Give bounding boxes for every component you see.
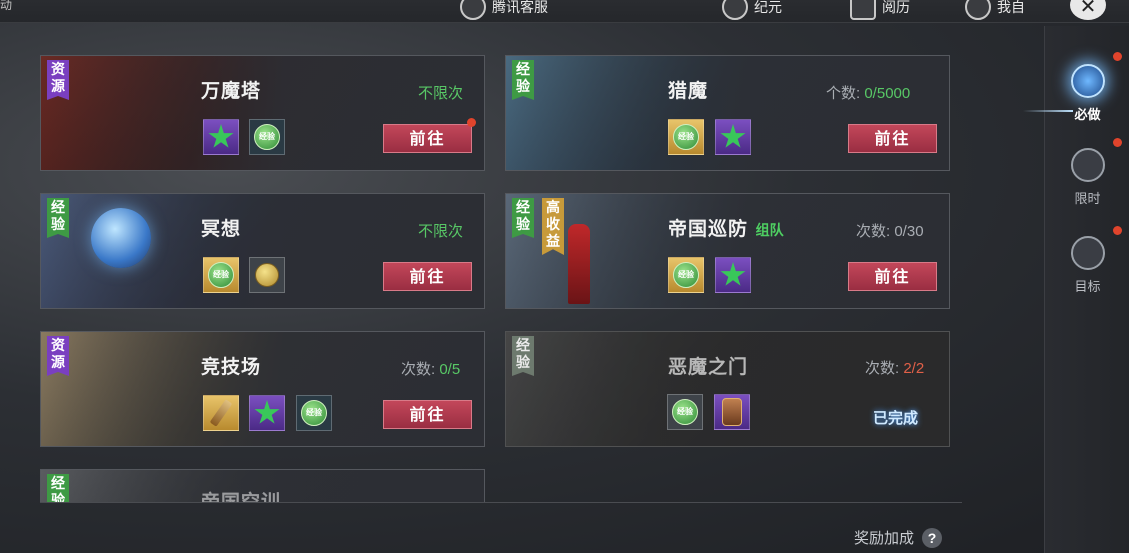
- reward-amulet-item[interactable]: [714, 394, 750, 430]
- card-title: 帝国空训: [201, 491, 282, 502]
- skull-icon: [1070, 236, 1105, 270]
- activity-card-demon-tower: 资源 万魔塔 不限次 经验 前往: [40, 55, 485, 171]
- activity-card-imperial-patrol: 经验 高收益 帝国巡防 组队 次数: 0/30 经验 前往: [505, 193, 950, 309]
- count-text: 不限次: [418, 223, 464, 240]
- go-button[interactable]: 前往: [848, 124, 937, 153]
- exp-coin-icon: 经验: [208, 262, 234, 288]
- headset-icon: [460, 0, 486, 20]
- self-button[interactable]: 我自: [965, 0, 1025, 20]
- exp-coin-icon: 经验: [254, 124, 280, 150]
- tag-experience: 经验: [47, 198, 69, 238]
- reward-star-item[interactable]: [203, 119, 239, 155]
- epoch-button[interactable]: 纪元: [722, 0, 782, 20]
- reward-exp-coin[interactable]: 经验: [296, 395, 332, 431]
- nav-tab-limited-time[interactable]: 限时: [1045, 148, 1129, 207]
- close-button[interactable]: ✕: [1070, 0, 1106, 20]
- count-text: 不限次: [418, 85, 464, 102]
- sword-icon: [209, 399, 233, 427]
- count-text: 次数: 0/30: [856, 223, 924, 240]
- self-label: 我自: [997, 0, 1025, 15]
- card-title: 冥想: [201, 218, 242, 240]
- go-button[interactable]: 前往: [383, 400, 472, 429]
- customer-service-label: 腾讯客服: [492, 0, 548, 15]
- go-button[interactable]: 前往: [383, 124, 472, 153]
- reward-exp-coin[interactable]: 经验: [203, 257, 239, 293]
- nav-tab-goals[interactable]: 目标: [1045, 236, 1129, 295]
- green-star-icon: [254, 400, 280, 424]
- card-title: 竞技场: [201, 356, 262, 378]
- corner-text: 动: [0, 0, 13, 12]
- tag-experience: 经验: [512, 198, 534, 238]
- notification-dot: [467, 118, 476, 127]
- card-subtitle: 组队: [755, 223, 784, 239]
- tag-experience: 经验: [512, 60, 534, 100]
- gold-coin-icon: [255, 263, 279, 287]
- exp-coin-icon: 经验: [301, 400, 327, 426]
- nav-tab-must-do[interactable]: 必做: [1023, 64, 1129, 123]
- reward-exp-coin[interactable]: 经验: [668, 119, 704, 155]
- nav-tab-label: 限时: [1074, 192, 1101, 207]
- book-icon: [850, 0, 876, 20]
- nav-tab-label: 目标: [1074, 280, 1101, 295]
- reward-star-item[interactable]: [249, 395, 285, 431]
- crystal-orb-art: [91, 208, 151, 268]
- reward-bonus-button[interactable]: 奖励加成 ?: [854, 527, 943, 548]
- reward-gold-coin[interactable]: [249, 257, 285, 293]
- activity-card-arena: 资源 竞技场 次数: 0/5 经验 前往: [40, 331, 485, 447]
- go-button[interactable]: 前往: [383, 262, 472, 291]
- epoch-label: 纪元: [754, 0, 782, 15]
- sword-shield-icon: [1070, 64, 1105, 98]
- count-text: 个数: 0/5000: [826, 85, 911, 102]
- completed-status: 已完成: [873, 410, 919, 427]
- reward-bonus-label: 奖励加成: [854, 530, 915, 547]
- green-star-icon: [720, 262, 746, 286]
- reward-star-item[interactable]: [715, 257, 751, 293]
- go-button[interactable]: 前往: [848, 262, 937, 291]
- tag-high-yield: 高收益: [542, 198, 564, 255]
- reward-star-item[interactable]: [715, 119, 751, 155]
- activity-card-demon-hunt: 经验 猎魔 个数: 0/5000 经验 前往: [505, 55, 950, 171]
- exp-coin-icon: 经验: [673, 124, 699, 150]
- tag-resource: 资源: [47, 336, 69, 376]
- customer-service-button[interactable]: 腾讯客服: [460, 0, 548, 20]
- notification-dot: [1113, 138, 1122, 147]
- count-text: 次数: 0/5: [401, 361, 461, 378]
- amulet-icon: [722, 398, 742, 426]
- top-bar: 动 腾讯客服 纪元 阅历 我自 ✕: [0, 0, 1129, 23]
- exp-coin-icon: 经验: [673, 262, 699, 288]
- tag-resource: 资源: [47, 60, 69, 100]
- notification-dot: [1113, 52, 1122, 61]
- reward-exp-coin[interactable]: 经验: [249, 119, 285, 155]
- activity-card-meditation: 经验 冥想 不限次 经验 前往: [40, 193, 485, 309]
- tag-experience: 经验: [47, 474, 69, 502]
- experience-log-button[interactable]: 阅历: [850, 0, 910, 20]
- exp-coin-icon: 经验: [672, 399, 698, 425]
- notification-dot: [1113, 226, 1122, 235]
- card-title: 猎魔: [668, 80, 709, 102]
- card-title: 万魔塔: [201, 80, 262, 102]
- card-title: 帝国巡防 组队: [668, 218, 784, 240]
- divider: [40, 502, 962, 503]
- activity-card-imperial-training: 经验 帝国空训: [40, 469, 485, 502]
- help-icon[interactable]: ?: [922, 527, 943, 548]
- compass-icon: [722, 0, 748, 20]
- green-star-icon: [720, 124, 746, 148]
- reward-weapon-item[interactable]: [203, 395, 239, 431]
- green-star-icon: [208, 124, 234, 148]
- red-armored-knight-art: [568, 224, 590, 304]
- right-nav: 必做 限时 目标: [1023, 26, 1129, 553]
- reward-exp-coin[interactable]: 经验: [668, 257, 704, 293]
- reward-exp-coin[interactable]: 经验: [667, 394, 703, 430]
- trident-icon: [1070, 148, 1105, 182]
- count-text: 次数: 2/2: [865, 360, 925, 377]
- nav-tab-label: 必做: [1074, 108, 1101, 123]
- experience-log-label: 阅历: [882, 0, 910, 15]
- demon-gate-overlay: 次数: 2/2 经验 已完成: [505, 331, 950, 447]
- helmet-icon: [965, 0, 991, 20]
